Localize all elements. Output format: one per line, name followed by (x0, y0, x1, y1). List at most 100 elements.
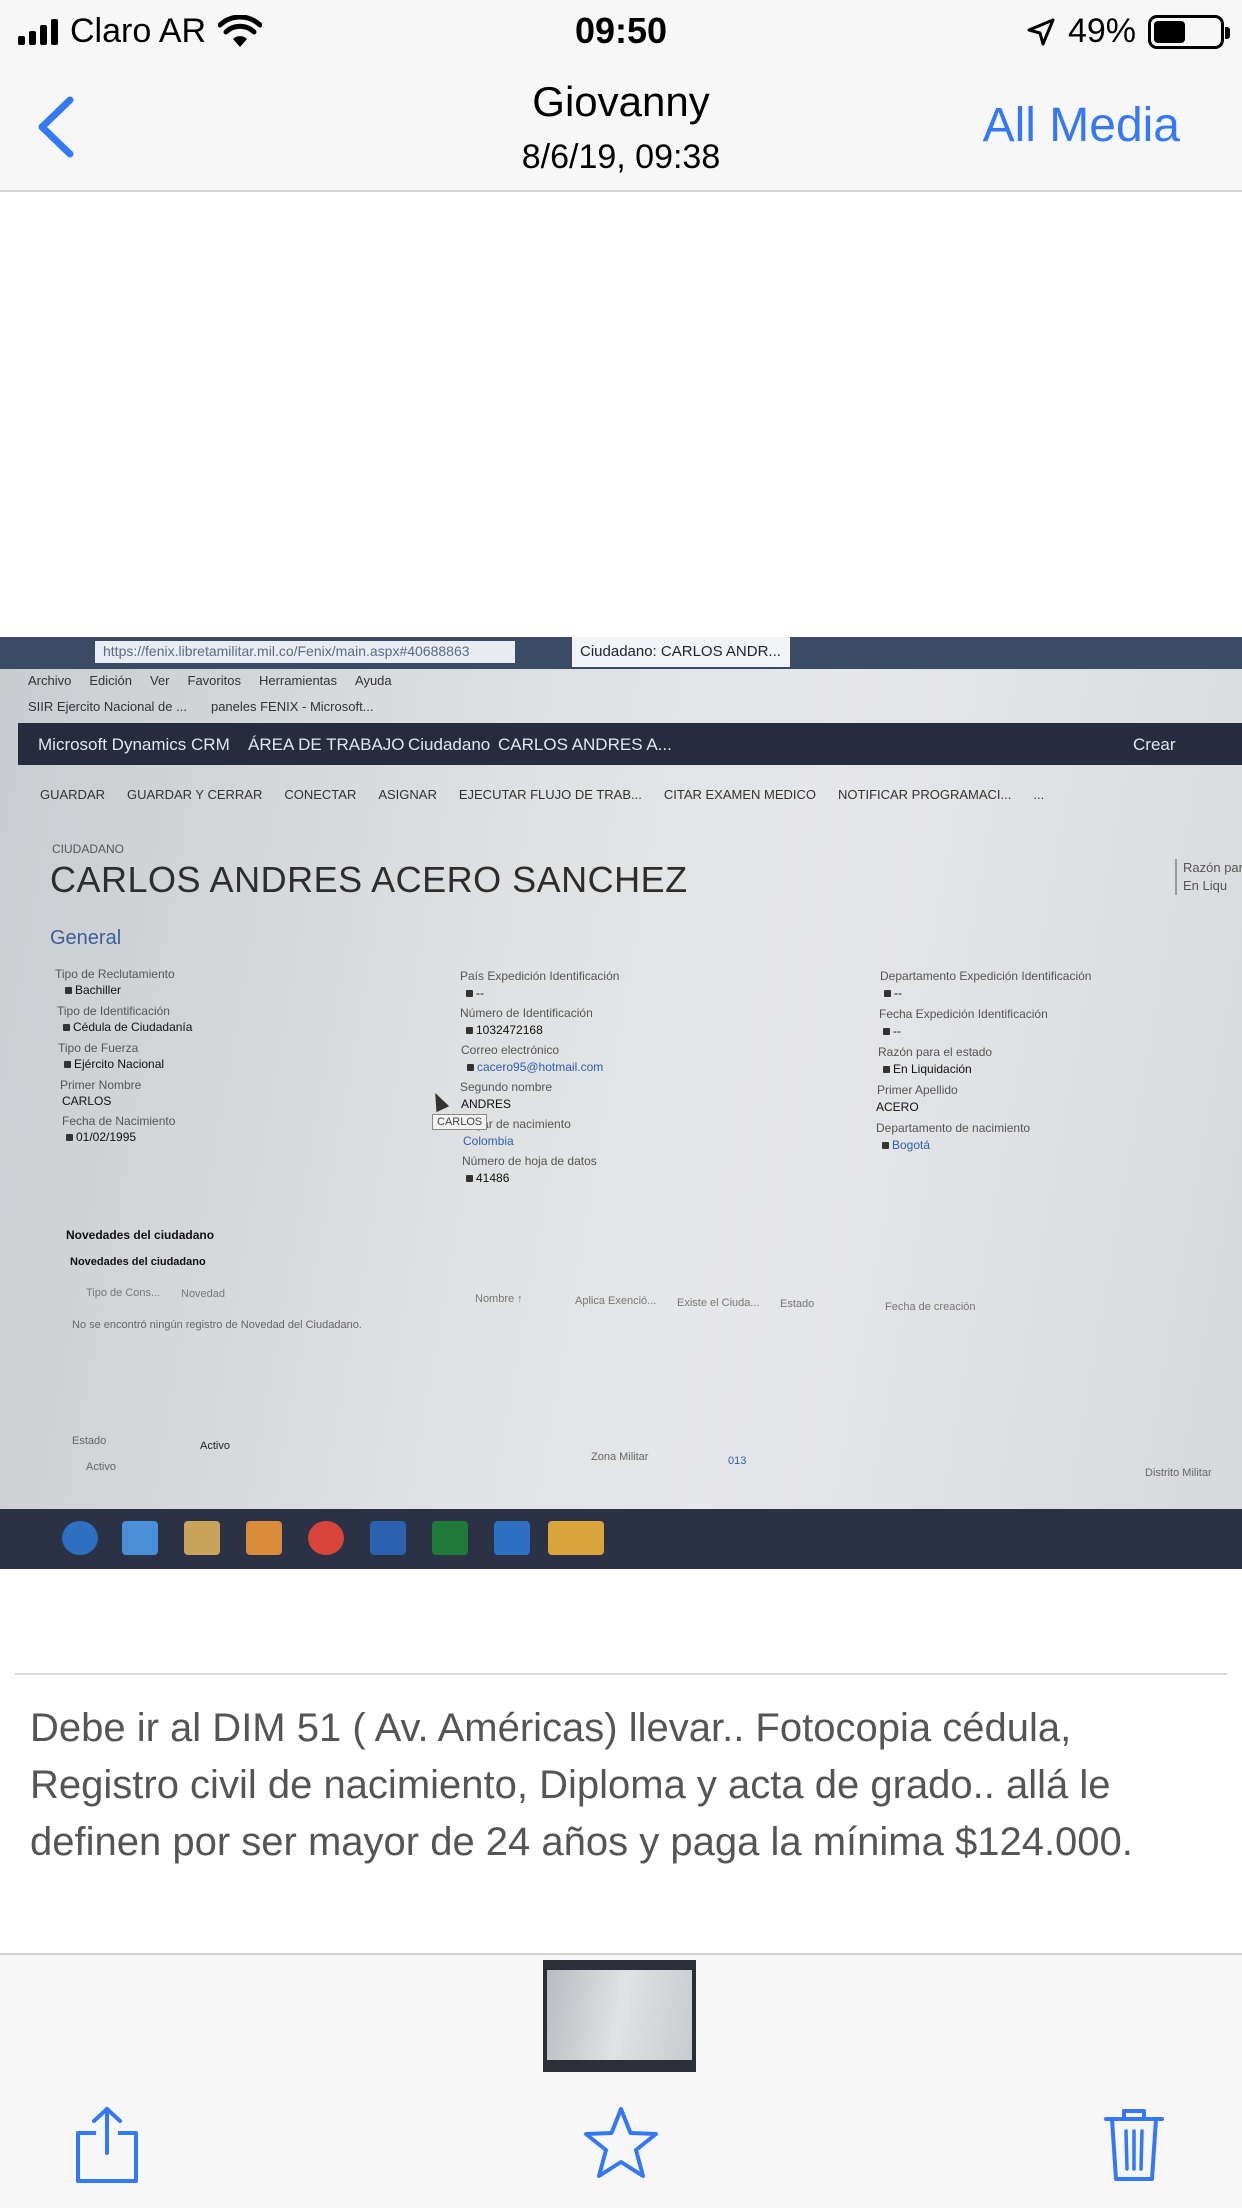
novedades-subtitle: Novedades del ciudadano (70, 1256, 206, 1268)
message-photo[interactable]: https://fenix.libretamilitar.mil.co/Feni… (0, 637, 1242, 1569)
grid-header: Novedad (181, 1288, 226, 1300)
field-label: Razón para el estado (878, 1045, 993, 1059)
share-icon[interactable] (72, 2105, 142, 2185)
crm-command: CONECTAR (284, 787, 357, 802)
photo-thumbnail[interactable] (543, 1960, 696, 2072)
crm-nav-item: ÁREA DE TRABAJO (248, 735, 405, 754)
tooltip: CARLOS (432, 1114, 488, 1130)
grid-header: Existe el Ciuda... (677, 1297, 760, 1309)
trash-icon[interactable] (1102, 2105, 1166, 2183)
browser-bar: https://fenix.libretamilitar.mil.co/Feni… (0, 637, 1242, 669)
favorite-item: paneles FENIX - Microsoft... (210, 699, 374, 714)
battery-percent: 49% (1067, 12, 1136, 50)
footer-zona-value: 013 (728, 1455, 747, 1467)
section-title: General (50, 927, 122, 949)
grid-header: Fecha de creación (885, 1301, 976, 1313)
field-value: 01/02/1995 (66, 1130, 136, 1144)
field-value: 41486 (466, 1171, 509, 1185)
field-label: País Expedición Identificación (460, 969, 620, 983)
crm-command: ... (1033, 787, 1045, 802)
browser-menu-item: Archivo (28, 673, 72, 688)
status-bar: Claro AR 09:50 49% (0, 0, 1242, 62)
field-label: Número de hoja de datos (462, 1154, 597, 1168)
field-value: CARLOS (62, 1094, 112, 1108)
folder-icon (184, 1521, 220, 1555)
header-razon-label: Razón para (1183, 860, 1242, 875)
field-label: Fecha de Nacimiento (62, 1114, 176, 1128)
field-value: Ejército Nacional (64, 1057, 164, 1071)
browser-menu-item: Edición (89, 673, 132, 688)
crm-nav-item: Ciudadano (408, 735, 491, 754)
footer-zona-label: Zona Militar (591, 1451, 649, 1463)
star-icon[interactable] (582, 2105, 660, 2181)
browser-menu-item: Herramientas (258, 673, 338, 688)
field-value-link: Bogotá (882, 1138, 930, 1152)
crm-nav-bar: Microsoft Dynamics CRM ÁREA DE TRABAJO C… (18, 723, 1242, 765)
field-value: -- (884, 986, 902, 1000)
mouse-cursor-icon (428, 1089, 450, 1113)
crm-app-name: Microsoft Dynamics CRM (38, 735, 230, 754)
field-label: Primer Nombre (60, 1078, 142, 1092)
grid-header: Aplica Exenció... (575, 1295, 657, 1307)
footer-estado-value: Activo (200, 1440, 230, 1452)
divider (15, 1673, 1227, 1675)
windows-taskbar (0, 1509, 1242, 1569)
field-value: En Liquidación (883, 1062, 972, 1076)
location-arrow-icon (1027, 18, 1055, 45)
crm-command: ASIGNAR (378, 787, 437, 802)
browser-url: https://fenix.libretamilitar.mil.co/Feni… (95, 641, 515, 663)
app-icon (548, 1521, 604, 1555)
field-value: ACERO (876, 1100, 919, 1114)
lync-icon (494, 1521, 530, 1555)
browser-tab: Ciudadano: CARLOS ANDR... (572, 637, 790, 667)
crm-command: NOTIFICAR PROGRAMACI... (838, 787, 1012, 802)
crm-command: EJECUTAR FLUJO DE TRAB... (458, 787, 642, 802)
footer-distrito-label: Distrito Militar (1145, 1467, 1212, 1479)
chrome-icon (308, 1521, 344, 1555)
field-value: Bachiller (65, 983, 121, 997)
all-media-button[interactable]: All Media (983, 98, 1180, 153)
field-label: Primer Apellido (877, 1083, 958, 1097)
browser-favorites: SIIR Ejercito Nacional de ... paneles FE… (28, 699, 374, 714)
field-value: -- (883, 1024, 901, 1038)
crm-command: GUARDAR Y CERRAR (127, 787, 263, 802)
crm-command-bar: GUARDAR GUARDAR Y CERRAR CONECTAR ASIGNA… (40, 787, 1044, 802)
field-label: Correo electrónico (461, 1043, 560, 1057)
nav-bar: Giovanny 8/6/19, 09:38 All Media (0, 62, 1242, 192)
record-name: CARLOS ANDRES ACERO SANCHEZ (50, 859, 688, 900)
browser-menu-item: Ayuda (355, 673, 392, 688)
bottom-toolbar (0, 1953, 1242, 2208)
grid-header: Nombre ↑ (475, 1293, 523, 1305)
novedades-title: Novedades del ciudadano (66, 1228, 215, 1242)
record-type: CIUDADANO (52, 842, 125, 856)
field-label: Tipo de Reclutamiento (55, 967, 175, 981)
grid-empty-message: No se encontró ningún registro de Noveda… (72, 1319, 362, 1331)
media-icon (246, 1521, 282, 1555)
footer-activo: Activo (86, 1461, 116, 1473)
field-value-link: Colombia (463, 1134, 514, 1148)
browser-menu-item: Ver (150, 673, 170, 688)
field-label: Departamento Expedición Identificación (880, 969, 1092, 983)
message-caption: Debe ir al DIM 51 ( Av. Américas) llevar… (30, 1706, 1133, 1864)
thumbnail-image (547, 1970, 692, 2060)
field-label: Segundo nombre (460, 1080, 553, 1094)
battery-fill (1154, 20, 1186, 43)
word-icon (370, 1521, 406, 1555)
status-right: 49% (1026, 12, 1230, 51)
crm-command: CITAR EXAMEN MEDICO (663, 787, 817, 802)
field-label: Tipo de Fuerza (58, 1041, 139, 1055)
field-label: Número de Identificación (460, 1006, 593, 1020)
battery-icon (1148, 14, 1230, 49)
browser-menu-item: Favoritos (187, 673, 241, 688)
crm-nav-item: CARLOS ANDRES A... (498, 735, 672, 754)
field-label: Departamento de nacimiento (876, 1121, 1031, 1135)
grid-header: Tipo de Cons... (86, 1287, 161, 1299)
header-razon: Razón para En Liqu (1175, 859, 1242, 895)
field-label: Fecha Expedición Identificación (879, 1007, 1048, 1021)
crm-create: Crear (1133, 735, 1176, 754)
grid-header: Estado (780, 1298, 815, 1310)
footer-estado-label: Estado (72, 1435, 107, 1447)
field-value: Cédula de Ciudadanía (63, 1020, 192, 1034)
browser-icon (122, 1521, 158, 1555)
header-razon-value: En Liqu (1183, 878, 1228, 893)
